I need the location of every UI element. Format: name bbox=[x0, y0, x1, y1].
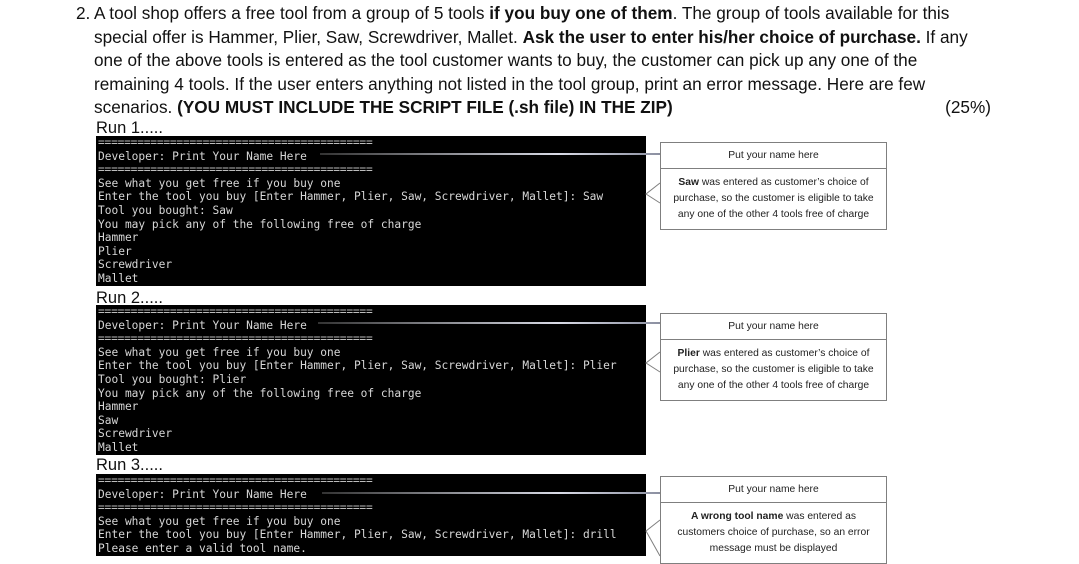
run-3-callout-pointer bbox=[645, 519, 661, 557]
